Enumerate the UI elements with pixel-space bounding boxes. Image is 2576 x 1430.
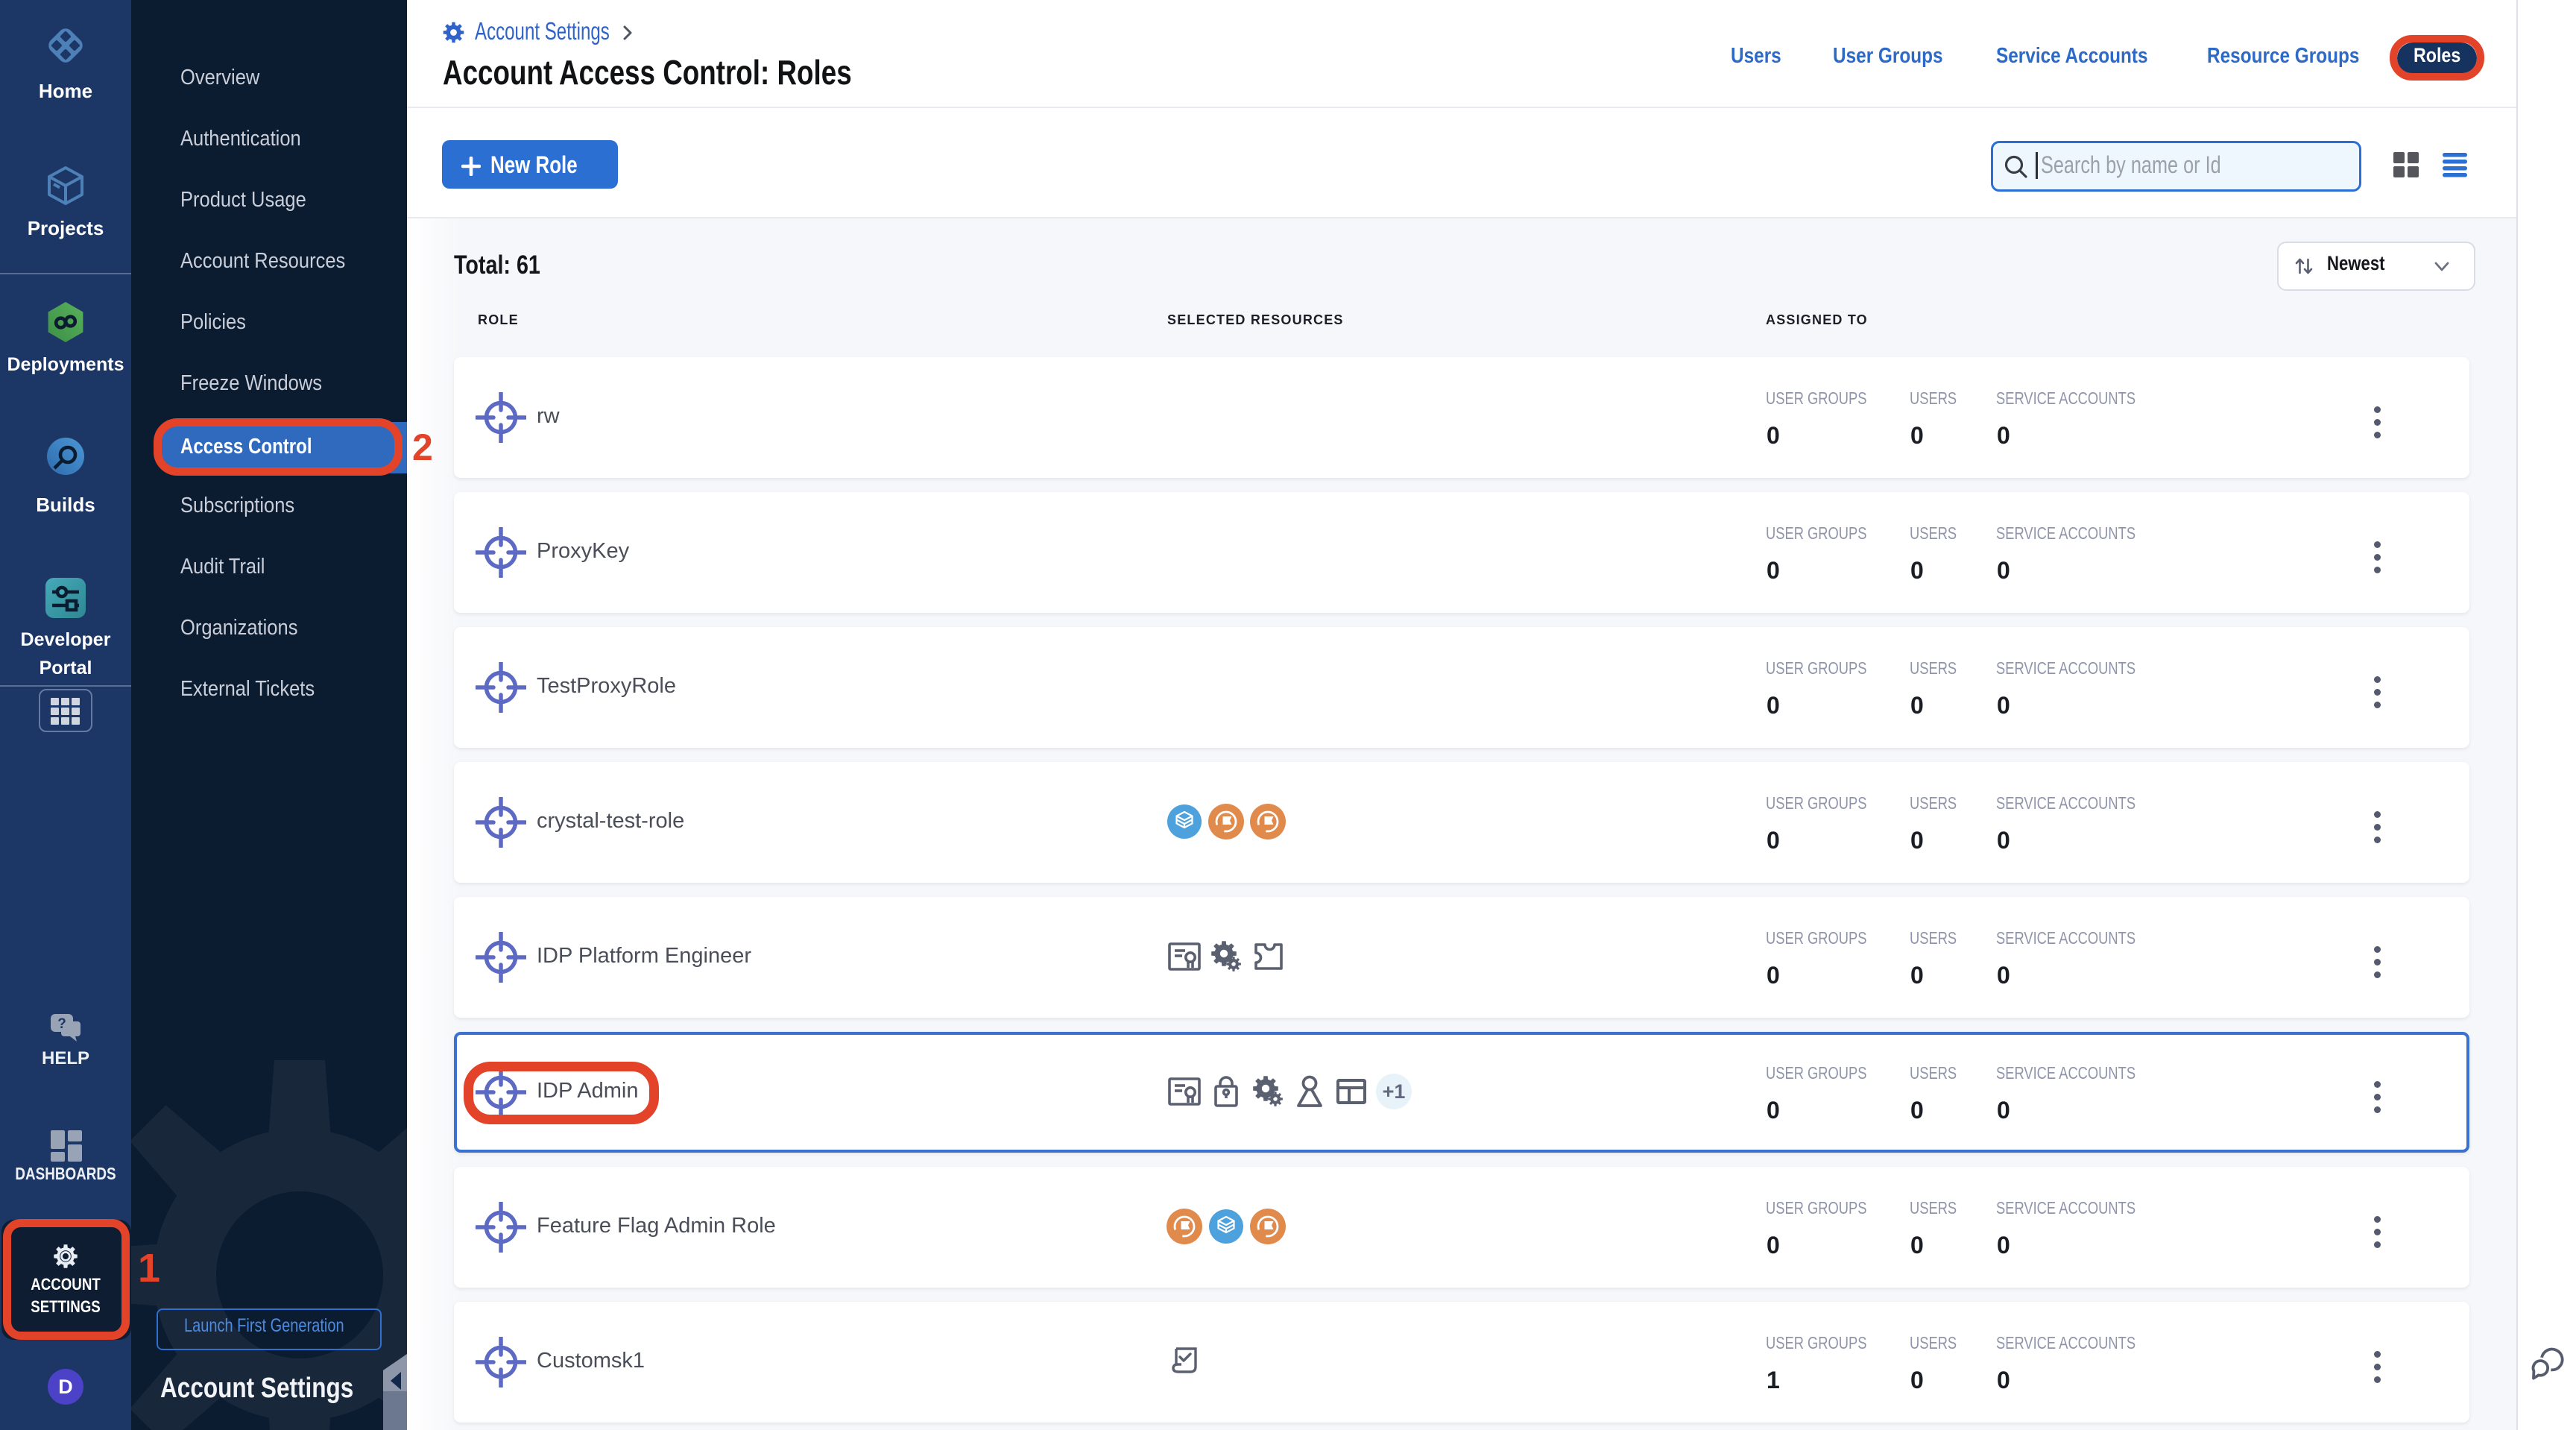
- svg-text:?: ?: [57, 1016, 66, 1032]
